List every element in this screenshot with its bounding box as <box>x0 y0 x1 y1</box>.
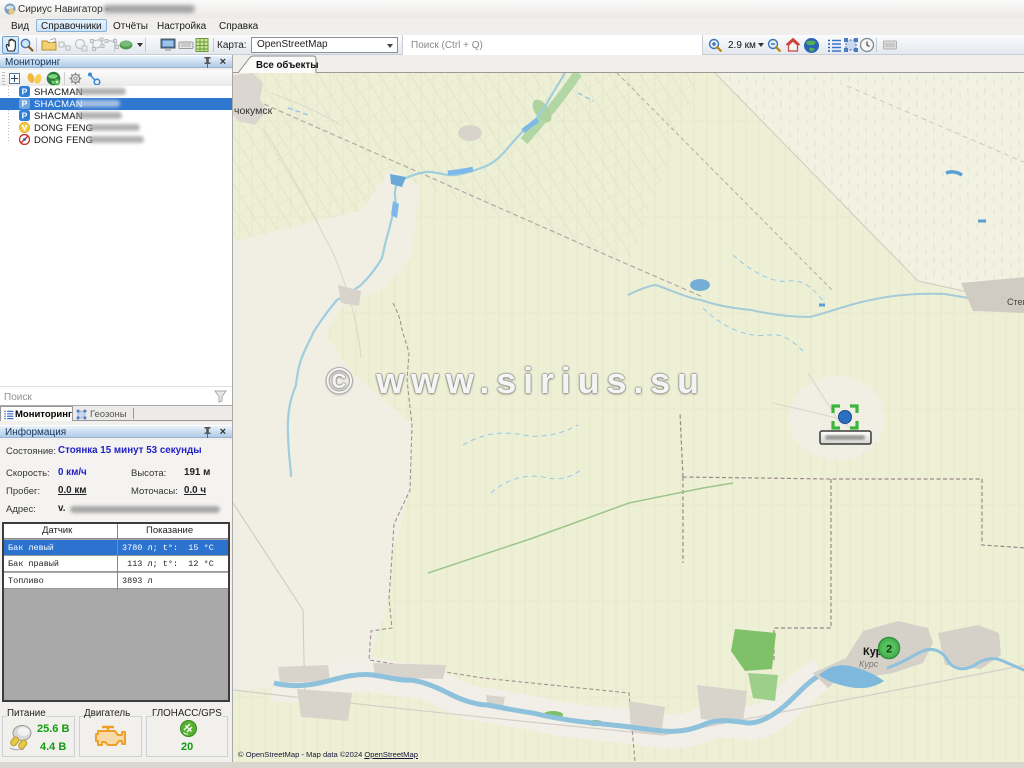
svg-text:P: P <box>22 87 28 97</box>
svg-text:P: P <box>22 99 28 109</box>
svg-text:чокумск: чокумск <box>234 105 273 117</box>
svg-text:2: 2 <box>886 644 892 656</box>
svg-text:Степн: Степн <box>1007 297 1024 307</box>
svg-text:P: P <box>22 111 28 121</box>
svg-text:Курс: Курс <box>859 659 879 669</box>
svg-text:Все объекты: Все объекты <box>256 60 319 71</box>
